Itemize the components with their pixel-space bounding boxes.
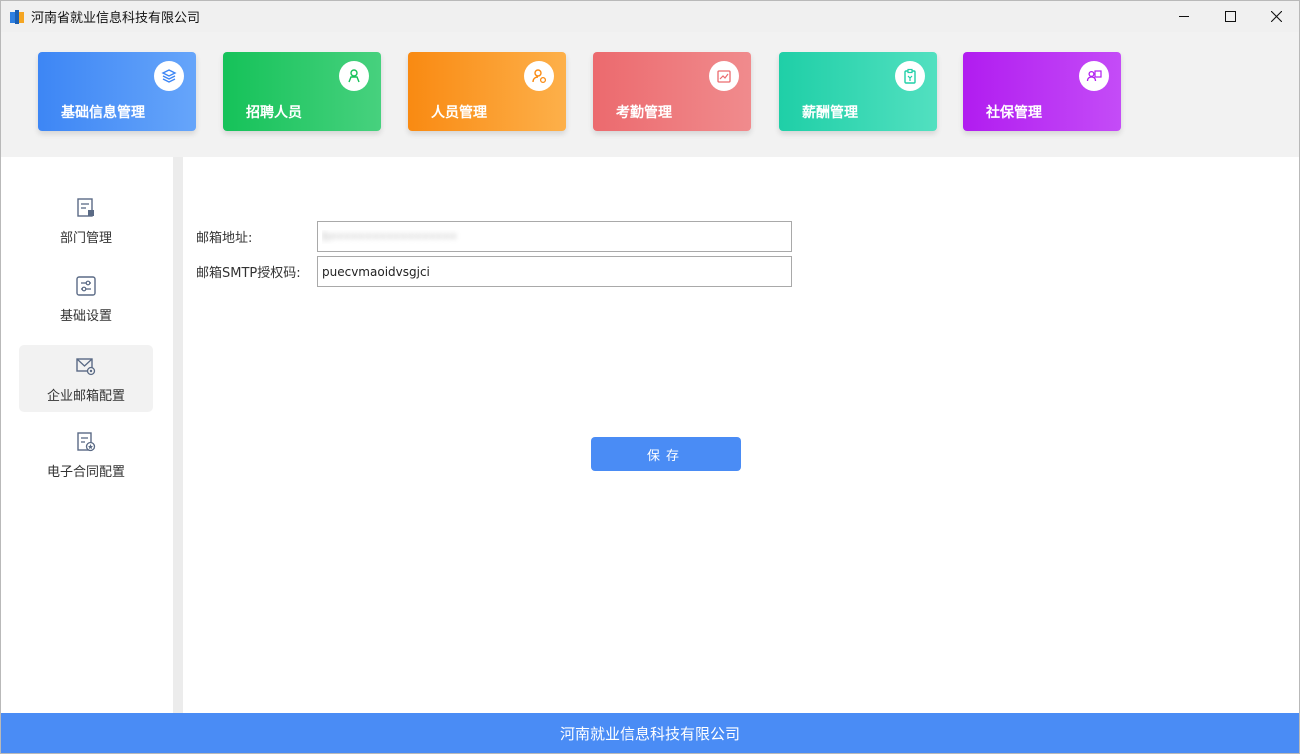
module-recruit[interactable]: 招聘人员: [223, 52, 381, 131]
module-label: 人员管理: [431, 105, 487, 121]
document-icon: [75, 197, 97, 219]
email-row: 邮箱地址:: [196, 221, 792, 252]
sidebar-item-label: 部门管理: [59, 231, 112, 246]
sidebar-item-enterprise-email[interactable]: 企业邮箱配置: [19, 345, 153, 412]
sliders-icon: [75, 275, 97, 297]
module-salary[interactable]: 薪酬管理: [779, 52, 937, 131]
module-personnel[interactable]: 人员管理: [408, 52, 566, 131]
sidebar-divider: [173, 157, 183, 713]
maximize-button[interactable]: [1207, 1, 1253, 32]
module-label: 考勤管理: [616, 105, 672, 121]
sidebar: 部门管理 基础设置 企业邮箱配置 电子合同配置: [1, 157, 173, 713]
close-icon: [1270, 11, 1282, 22]
id-card-icon: [1079, 61, 1109, 91]
mail-gear-icon: [75, 355, 97, 377]
smtp-code-input[interactable]: [317, 256, 792, 287]
close-button[interactable]: [1253, 1, 1299, 32]
main-content: 邮箱地址: 邮箱SMTP授权码: 保存: [183, 157, 1299, 713]
window-controls: [1161, 1, 1299, 32]
smtp-label: 邮箱SMTP授权码:: [196, 266, 301, 281]
footer: 河南就业信息科技有限公司: [1, 713, 1299, 753]
layers-icon: [154, 61, 184, 91]
calendar-chart-icon: [709, 61, 739, 91]
module-label: 薪酬管理: [802, 105, 858, 121]
module-attendance[interactable]: 考勤管理: [593, 52, 751, 131]
sidebar-item-label: 电子合同配置: [46, 465, 125, 480]
person-icon: [339, 61, 369, 91]
sidebar-item-label: 基础设置: [59, 309, 112, 324]
module-label: 社保管理: [986, 105, 1042, 121]
smtp-row: 邮箱SMTP授权码:: [196, 256, 792, 287]
sidebar-item-department[interactable]: 部门管理: [19, 187, 153, 254]
module-social-security[interactable]: 社保管理: [963, 52, 1121, 131]
contract-icon: [75, 431, 97, 453]
module-label: 基础信息管理: [61, 105, 145, 121]
app-logo-icon: [9, 9, 25, 25]
sidebar-item-label: 企业邮箱配置: [46, 389, 125, 404]
title-bar: 河南省就业信息科技有限公司: [1, 1, 1299, 32]
window-title: 河南省就业信息科技有限公司: [31, 11, 201, 26]
user-settings-icon: [524, 61, 554, 91]
footer-text: 河南就业信息科技有限公司: [559, 724, 740, 743]
sidebar-item-basic-settings[interactable]: 基础设置: [19, 265, 153, 332]
sidebar-item-electronic-contract[interactable]: 电子合同配置: [19, 421, 153, 488]
wallet-icon: [895, 61, 925, 91]
minimize-icon: [1178, 16, 1189, 17]
module-basic-info[interactable]: 基础信息管理: [38, 52, 196, 131]
email-label: 邮箱地址:: [196, 231, 253, 246]
minimize-button[interactable]: [1161, 1, 1207, 32]
module-bar: 基础信息管理 招聘人员 人员管理 考勤管理 薪酬管理 社保管理: [1, 32, 1299, 157]
email-input[interactable]: [317, 221, 792, 252]
module-label: 招聘人员: [246, 105, 302, 121]
maximize-icon: [1224, 11, 1236, 22]
save-button[interactable]: 保存: [591, 437, 741, 471]
